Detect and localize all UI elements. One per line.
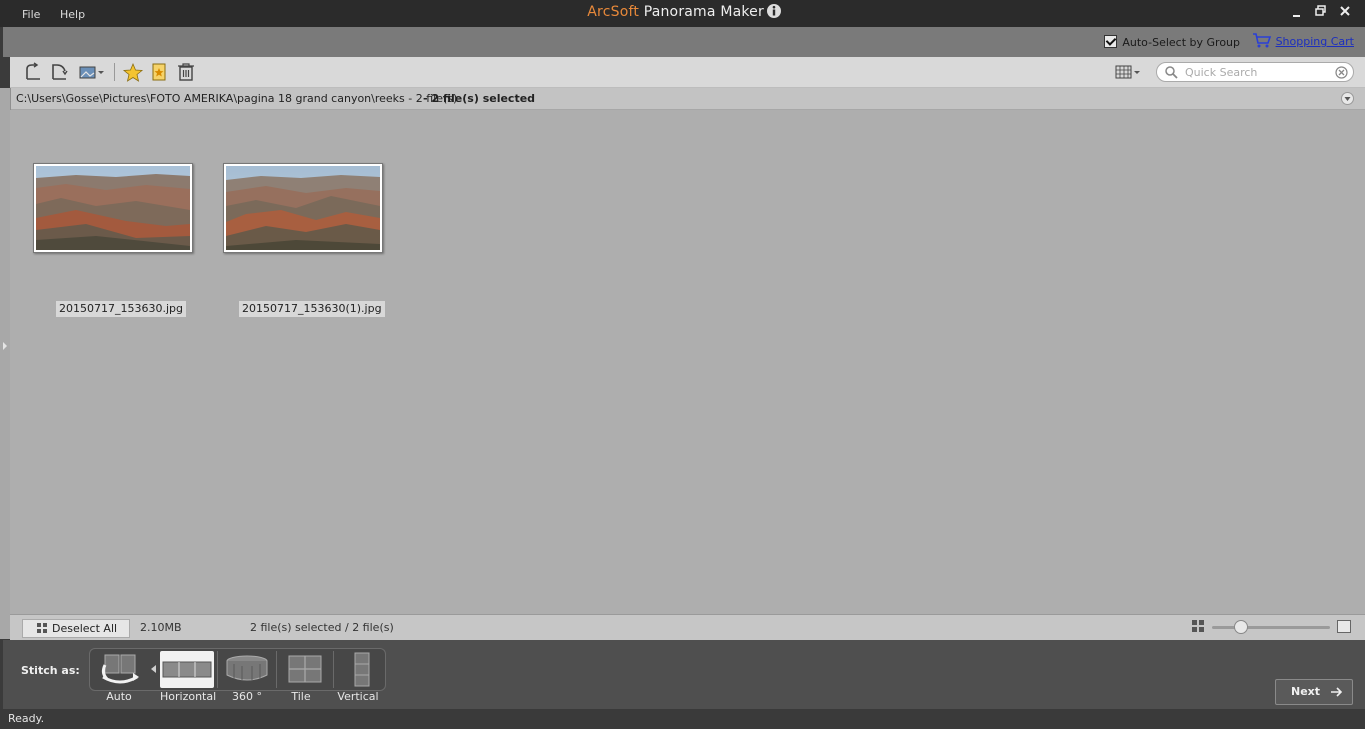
rotate-left-icon[interactable] xyxy=(22,62,44,82)
selection-status-strip: Deselect All 2.10MB 2 file(s) selected /… xyxy=(10,614,1365,640)
thumbnail-browser: 20150717_153630.jpg 20150717_153630(1).j… xyxy=(10,110,1365,614)
chevron-down-icon[interactable] xyxy=(1341,92,1354,105)
favorite-tag-icon[interactable] xyxy=(148,62,170,82)
stitch-option-separator xyxy=(333,651,334,688)
vertical-stitch-icon xyxy=(354,652,370,687)
thumbnail-size-slider[interactable] xyxy=(1212,626,1330,629)
large-thumbnails-icon[interactable] xyxy=(1337,620,1351,633)
trash-icon[interactable] xyxy=(175,62,197,82)
shopping-cart-link[interactable]: Shopping Cart xyxy=(1276,35,1354,48)
shopping-cart-icon[interactable] xyxy=(1252,32,1272,48)
toolbar xyxy=(10,57,1365,88)
deselect-all-label: Deselect All xyxy=(52,622,118,635)
thumbnail-1[interactable] xyxy=(33,163,193,253)
toolbar-separator xyxy=(114,63,115,81)
minimize-button[interactable] xyxy=(1288,5,1306,21)
canyon-photo-2 xyxy=(226,166,380,250)
restore-icon xyxy=(1315,5,1326,16)
minimize-icon xyxy=(1293,15,1300,17)
stitch-horizontal-label: Horizontal xyxy=(160,690,217,703)
app-title: ArcSoft Panorama Maker 6 xyxy=(0,4,1365,20)
select-grid-icon xyxy=(37,623,47,633)
stitch-360-option[interactable] xyxy=(220,651,274,688)
auto-select-toggle[interactable]: Auto-Select by Group xyxy=(1104,35,1240,49)
small-thumbnails-icon[interactable] xyxy=(1192,620,1205,633)
stitch-option-separator xyxy=(217,651,218,688)
360-stitch-icon xyxy=(226,655,268,681)
stitch-as-label: Stitch as: xyxy=(21,664,80,677)
clear-search-icon[interactable] xyxy=(1335,66,1348,79)
stitch-360-label: 360 ° xyxy=(232,690,262,703)
app-title-brand: ArcSoft xyxy=(587,4,640,20)
grid-view-menu-icon[interactable] xyxy=(1114,62,1142,82)
tile-stitch-icon xyxy=(288,655,322,683)
thumbnail-1-filename[interactable]: 20150717_153630.jpg xyxy=(56,301,186,317)
thumbnail-size-slider-handle[interactable] xyxy=(1234,620,1249,634)
search-icon xyxy=(1165,66,1178,79)
stitch-auto-label: Auto xyxy=(106,690,132,703)
path-bar: C:\Users\Gosse\Pictures\FOTO AMERIKA\pag… xyxy=(10,88,1365,110)
star-icon[interactable] xyxy=(122,62,144,82)
stitch-option-separator xyxy=(276,651,277,688)
status-bar: Ready. xyxy=(0,709,1365,729)
canyon-photo-1 xyxy=(36,166,190,250)
selector-arrow-icon xyxy=(151,665,156,673)
app-title-product: Panorama Maker 6 xyxy=(643,4,778,20)
auto-stitch-icon xyxy=(101,654,139,684)
restore-button[interactable] xyxy=(1312,5,1330,21)
auto-select-label: Auto-Select by Group xyxy=(1122,36,1240,49)
search-box[interactable] xyxy=(1156,62,1354,82)
options-bar: Auto-Select by Group Shopping Cart xyxy=(3,27,1365,57)
rotate-right-icon[interactable] xyxy=(49,62,71,82)
search-input[interactable] xyxy=(1183,65,1337,80)
folder-path: C:\Users\Gosse\Pictures\FOTO AMERIKA\pag… xyxy=(16,92,458,105)
stitch-tile-label: Tile xyxy=(291,690,311,703)
thumbnail-2-filename[interactable]: 20150717_153630(1).jpg xyxy=(239,301,385,317)
horizontal-stitch-icon xyxy=(162,661,212,678)
status-message: Ready. xyxy=(8,712,45,725)
expand-panel-icon[interactable] xyxy=(2,341,8,351)
stitch-bar: Stitch as: Auto Horizontal 360 ° Tile Ve… xyxy=(3,640,1365,709)
stitch-vertical-option[interactable] xyxy=(335,651,389,688)
stitch-auto-option[interactable] xyxy=(93,651,147,688)
auto-select-checkbox[interactable] xyxy=(1104,35,1118,48)
selection-count: 2 file(s) selected / 2 file(s) xyxy=(250,621,394,634)
selection-summary: - 2 file(s) selected xyxy=(423,92,536,105)
next-button[interactable]: Next xyxy=(1275,679,1353,705)
image-view-menu-icon[interactable] xyxy=(78,62,106,82)
arrow-right-icon xyxy=(1331,687,1343,697)
next-button-label: Next xyxy=(1291,685,1321,698)
stitch-tile-option[interactable] xyxy=(278,651,332,688)
total-file-size: 2.10MB xyxy=(140,621,182,634)
thumbnail-2[interactable] xyxy=(223,163,383,253)
info-icon[interactable] xyxy=(766,3,782,19)
stitch-mode-selector xyxy=(89,648,386,691)
title-bar: File Help ArcSoft Panorama Maker 6 xyxy=(0,0,1365,27)
stitch-horizontal-option[interactable] xyxy=(160,651,214,688)
close-button[interactable] xyxy=(1336,5,1354,21)
deselect-all-button[interactable]: Deselect All xyxy=(22,619,130,638)
close-icon xyxy=(1340,6,1350,16)
stitch-vertical-label: Vertical xyxy=(337,690,379,703)
